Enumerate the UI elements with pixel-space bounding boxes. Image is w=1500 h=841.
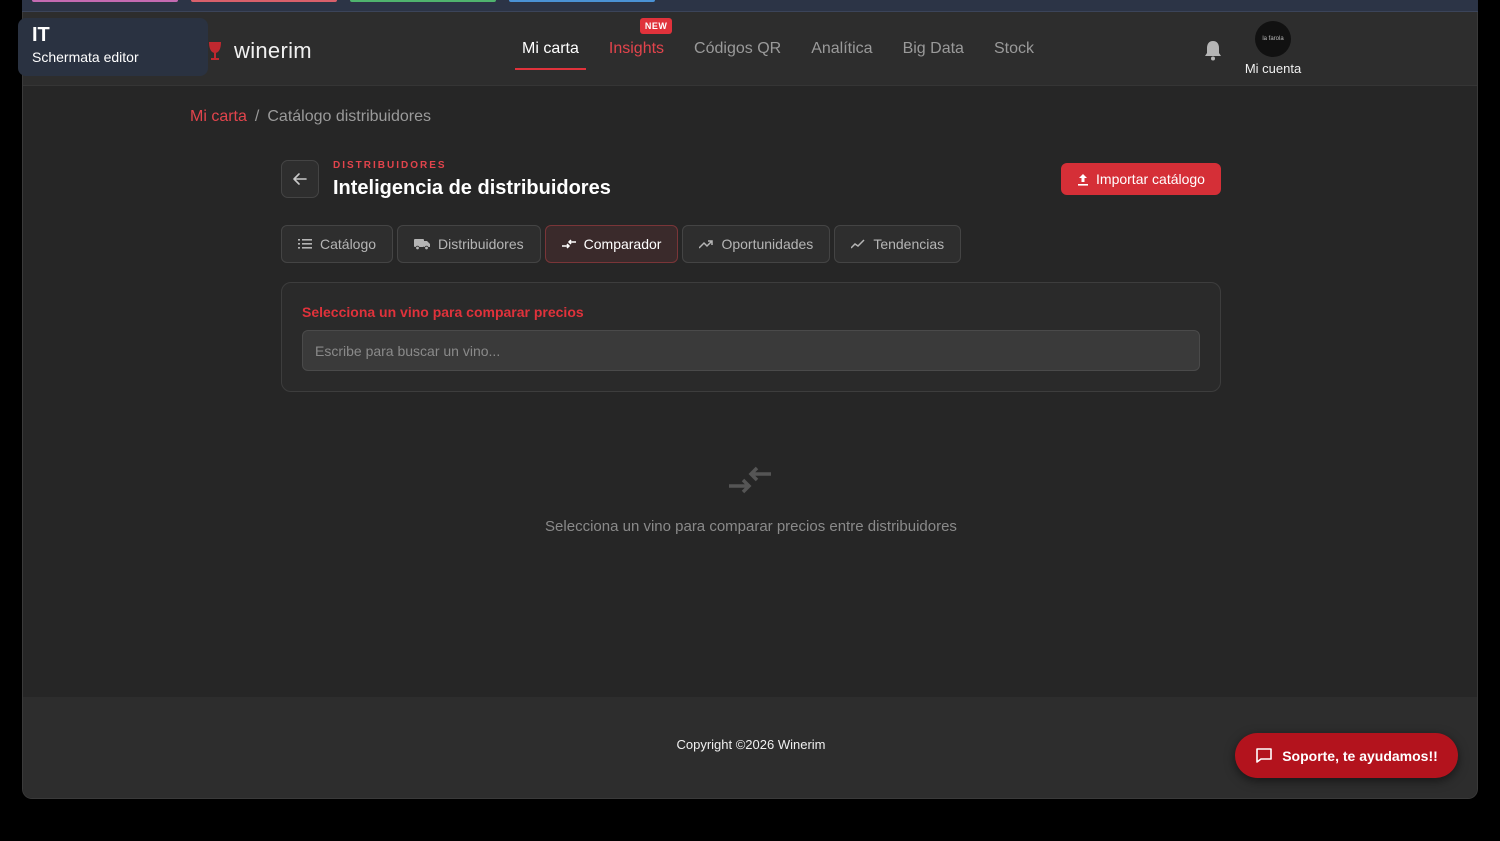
nav-analitica[interactable]: Analítica <box>796 12 887 86</box>
page-eyebrow: DISTRIBUIDORES <box>333 160 447 171</box>
arrow-left-icon <box>293 173 307 185</box>
support-button-label: Soporte, te ayudamos!! <box>1282 747 1438 764</box>
account-label: Mi cuenta <box>1244 61 1302 76</box>
breadcrumb-current: Catálogo distribuidores <box>267 108 432 125</box>
tab-label: Distribuidores <box>438 236 524 252</box>
page-title: Inteligencia de distribuidores <box>333 177 611 199</box>
wine-search-input[interactable] <box>302 330 1200 371</box>
nav-label: Stock <box>993 40 1034 57</box>
tab-comparador[interactable]: Comparador <box>544 225 679 263</box>
app-window: winerim Mi carta Insights NEW Códigos QR… <box>22 12 1478 799</box>
list-icon <box>298 239 312 249</box>
tab-indicator <box>350 0 496 2</box>
language-tooltip: IT Schermata editor <box>18 18 208 76</box>
tab-indicator <box>191 0 337 2</box>
language-label: Schermata editor <box>32 49 139 65</box>
tab-label: Tendencias <box>873 236 945 252</box>
trend-line-icon <box>851 239 865 249</box>
bell-icon[interactable] <box>1203 39 1223 61</box>
compare-arrows-icon <box>729 466 771 494</box>
compare-panel-label: Selecciona un vino para comparar precios <box>302 304 584 320</box>
back-button[interactable] <box>281 160 319 198</box>
main-nav: Mi carta Insights NEW Códigos QR Analíti… <box>507 12 1049 86</box>
top-navbar: winerim Mi carta Insights NEW Códigos QR… <box>23 12 1477 86</box>
nav-mi-carta[interactable]: Mi carta <box>507 12 594 86</box>
brand-name: winerim <box>234 38 312 63</box>
compare-arrows-icon <box>561 239 576 249</box>
brand-logo[interactable]: winerim <box>208 38 312 64</box>
tab-label: Oportunidades <box>721 236 814 252</box>
tab-label: Comparador <box>583 236 662 252</box>
nav-label: Mi carta <box>522 40 579 57</box>
avatar: la farola <box>1255 21 1291 57</box>
empty-state-text: Selecciona un vino para comparar precios… <box>545 518 957 535</box>
nav-label: Códigos QR <box>694 40 782 57</box>
new-badge: NEW <box>639 18 673 34</box>
nav-label: Analítica <box>811 40 873 57</box>
nav-big-data[interactable]: Big Data <box>888 12 979 86</box>
section-tabs: Catálogo Distribuidores Comparador Oport… <box>281 225 962 263</box>
wine-glass-icon <box>209 42 221 60</box>
breadcrumb: Mi carta / Catálogo distribuidores <box>190 108 431 126</box>
tab-catalogo[interactable]: Catálogo <box>281 225 394 263</box>
nav-stock[interactable]: Stock <box>979 12 1049 86</box>
tab-oportunidades[interactable]: Oportunidades <box>682 225 831 263</box>
nav-label: Big Data <box>902 40 964 57</box>
nav-codigos-qr[interactable]: Códigos QR <box>679 12 796 86</box>
support-chat-button[interactable]: Soporte, te ayudamos!! <box>1235 733 1458 778</box>
import-catalog-button[interactable]: Importar catálogo <box>1061 163 1221 195</box>
tab-label: Catálogo <box>320 236 377 252</box>
import-button-label: Importar catálogo <box>1096 171 1205 187</box>
tab-tendencias[interactable]: Tendencias <box>834 225 962 263</box>
tab-distribuidores[interactable]: Distribuidores <box>397 225 541 263</box>
language-code: IT <box>32 24 50 46</box>
upload-icon <box>1078 173 1089 186</box>
breadcrumb-home-link[interactable]: Mi carta <box>190 108 247 125</box>
truck-icon <box>414 239 431 250</box>
nav-insights[interactable]: Insights NEW <box>594 12 679 86</box>
nav-label: Insights <box>608 40 665 57</box>
chat-icon <box>1256 748 1273 763</box>
tab-indicator <box>32 0 178 2</box>
account-menu[interactable]: la farola Mi cuenta <box>1239 21 1307 76</box>
tab-indicator <box>509 0 655 2</box>
avatar-logo-text: la farola <box>1262 36 1284 42</box>
compare-panel: Selecciona un vino para comparar precios <box>281 282 1221 392</box>
trending-up-icon <box>699 240 714 249</box>
browser-top-strip <box>22 0 1478 12</box>
breadcrumb-separator: / <box>254 108 260 125</box>
